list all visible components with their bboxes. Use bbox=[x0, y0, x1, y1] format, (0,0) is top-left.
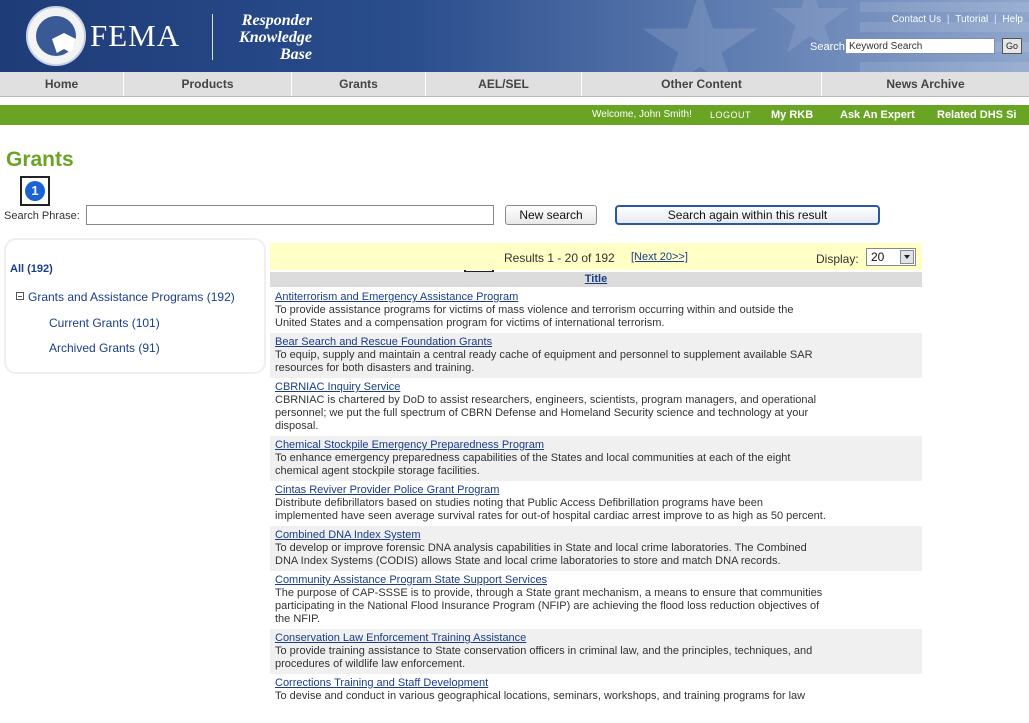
rkb-line-2: Knowledge bbox=[239, 29, 312, 46]
results-list: Antiterrorism and Emergency Assistance P… bbox=[270, 288, 922, 723]
result-description: the NFIP. bbox=[275, 613, 321, 625]
rkb-line-3: Base bbox=[280, 46, 312, 63]
chevron-down-icon[interactable] bbox=[900, 250, 914, 264]
result-row: Chemical Stockpile Emergency Preparednes… bbox=[270, 436, 922, 481]
help-link[interactable]: Help bbox=[1002, 14, 1023, 25]
next-page-link[interactable]: [Next 20>>] bbox=[631, 251, 688, 263]
result-title-link[interactable]: Combined DNA Index System bbox=[275, 529, 917, 542]
display-count-select[interactable]: 20 bbox=[866, 248, 916, 266]
nav-spacer bbox=[0, 97, 1029, 105]
result-title-link[interactable]: Community Assistance Program State Suppo… bbox=[275, 574, 917, 587]
result-title-link[interactable]: CBRNIAC Inquiry Service bbox=[275, 381, 917, 394]
header-divider bbox=[212, 14, 213, 60]
nav-other-content[interactable]: Other Content bbox=[582, 72, 822, 96]
result-description: United States and a compensation program… bbox=[275, 317, 665, 329]
result-description: personnel; we put the full spectrum of C… bbox=[275, 407, 809, 419]
my-rkb-link[interactable]: My RKB bbox=[771, 109, 813, 121]
results-header: Results 1 - 20 of 192 [Next 20>>] Displa… bbox=[270, 243, 922, 270]
dhs-seal-logo[interactable] bbox=[26, 6, 86, 66]
top-links: Contact Us | Tutorial | Help bbox=[889, 14, 1023, 25]
result-description: chemical agent stockpile storage facilit… bbox=[275, 465, 480, 477]
search-phrase-input[interactable] bbox=[86, 205, 494, 225]
result-description: resources for both disasters and trainin… bbox=[275, 362, 475, 374]
result-title-link[interactable]: Bear Search and Rescue Foundation Grants bbox=[275, 336, 917, 349]
display-label: Display: bbox=[816, 252, 859, 266]
rkb-logo-text: Responder Knowledge Base bbox=[222, 12, 312, 63]
link-separator: | bbox=[946, 14, 950, 25]
result-description: To equip, supply and maintain a central … bbox=[275, 349, 813, 361]
facet-group-grants[interactable]: Grants and Assistance Programs (192) bbox=[16, 290, 235, 304]
result-description: To develop or improve forensic DNA analy… bbox=[275, 542, 807, 554]
header-search-label: Search: bbox=[810, 41, 848, 53]
facet-all[interactable]: All (192) bbox=[10, 263, 53, 275]
result-row: CBRNIAC Inquiry Service CBRNIAC is charte… bbox=[270, 378, 922, 436]
collapse-icon[interactable] bbox=[16, 292, 24, 300]
tutorial-link[interactable]: Tutorial bbox=[955, 14, 988, 25]
result-title-link[interactable]: Corrections Training and Staff Developme… bbox=[275, 677, 917, 690]
nav-news-archive[interactable]: News Archive bbox=[822, 72, 1029, 96]
star-decoration bbox=[642, 0, 758, 72]
result-title-link[interactable]: Chemical Stockpile Emergency Preparednes… bbox=[275, 439, 917, 452]
new-search-button[interactable]: New search bbox=[505, 205, 597, 225]
annotation-marker-1: 1 bbox=[20, 176, 50, 206]
rkb-line-1: Responder bbox=[241, 12, 312, 29]
result-description: To devise and conduct in various geograp… bbox=[275, 690, 806, 702]
result-description: implemented have seen average survival r… bbox=[275, 510, 826, 522]
facet-panel: All (192) Grants and Assistance Programs… bbox=[6, 240, 264, 372]
related-dhs-link[interactable]: Related DHS Si bbox=[937, 109, 1016, 121]
header-search-input[interactable] bbox=[845, 38, 995, 54]
result-title-link[interactable]: Conservation Law Enforcement Training As… bbox=[275, 632, 917, 645]
result-description: CBRNIAC is chartered by DoD to assist re… bbox=[275, 394, 817, 406]
fema-logo-text[interactable]: FEMA bbox=[90, 18, 180, 54]
result-row: Antiterrorism and Emergency Assistance P… bbox=[270, 288, 922, 333]
result-title-link[interactable]: Cintas Reviver Provider Police Grant Pro… bbox=[275, 484, 917, 497]
flag-stripes-decoration bbox=[860, 0, 1029, 72]
display-count-value: 20 bbox=[871, 250, 885, 264]
result-title-link[interactable]: Antiterrorism and Emergency Assistance P… bbox=[275, 291, 917, 304]
link-separator: | bbox=[994, 14, 997, 25]
nav-home[interactable]: Home bbox=[0, 72, 124, 96]
nav-grants[interactable]: Grants bbox=[292, 72, 426, 96]
result-description: To provide training assistance to State … bbox=[275, 645, 813, 657]
result-row: Bear Search and Rescue Foundation Grants… bbox=[270, 333, 922, 378]
result-row: Corrections Training and Staff Developme… bbox=[270, 674, 922, 706]
site-header: FEMA Responder Knowledge Base Contact Us… bbox=[0, 0, 1029, 72]
result-row: Combined DNA Index System To develop or i… bbox=[270, 526, 922, 571]
title-column-header[interactable]: Title bbox=[270, 272, 922, 287]
result-description: DNA Index Systems (CODIS) allows State a… bbox=[275, 555, 781, 567]
result-row: Conservation Law Enforcement Training As… bbox=[270, 629, 922, 674]
eagle-icon bbox=[52, 33, 76, 53]
result-description: Distribute defibrillators based on studi… bbox=[275, 497, 763, 509]
user-bar: Welcome, John Smith! LOGOUT My RKB Ask A… bbox=[0, 105, 1029, 125]
logout-link[interactable]: LOGOUT bbox=[710, 110, 751, 120]
facet-archived-grants[interactable]: Archived Grants (91) bbox=[49, 341, 160, 355]
result-description: The purpose of CAP-SSSE is to provide, t… bbox=[275, 587, 823, 599]
ask-expert-link[interactable]: Ask An Expert bbox=[840, 109, 915, 121]
result-description: participating in the National Flood Insu… bbox=[275, 600, 820, 612]
result-description: To enhance emergency preparedness capabi… bbox=[275, 452, 791, 464]
main-nav: Home Products Grants AEL/SEL Other Conte… bbox=[0, 72, 1029, 97]
results-count: Results 1 - 20 of 192 bbox=[504, 251, 615, 265]
nav-ael-sel[interactable]: AEL/SEL bbox=[426, 72, 582, 96]
contact-us-link[interactable]: Contact Us bbox=[892, 14, 941, 25]
search-phrase-label: Search Phrase: bbox=[4, 210, 80, 222]
result-description: To provide assistance programs for victi… bbox=[275, 304, 794, 316]
welcome-text: Welcome, John Smith! bbox=[592, 109, 692, 120]
nav-products[interactable]: Products bbox=[124, 72, 292, 96]
facet-group-label[interactable]: Grants and Assistance Programs (192) bbox=[28, 290, 235, 304]
result-description: procedures of wildlife law enforcement. bbox=[275, 658, 466, 670]
facet-current-grants[interactable]: Current Grants (101) bbox=[49, 316, 160, 330]
result-row: Cintas Reviver Provider Police Grant Pro… bbox=[270, 481, 922, 526]
result-row: Community Assistance Program State Suppo… bbox=[270, 571, 922, 629]
go-button[interactable]: Go bbox=[1002, 38, 1022, 54]
page-title: Grants bbox=[6, 148, 74, 171]
search-again-button[interactable]: Search again within this result bbox=[615, 205, 880, 225]
result-description: disposal. bbox=[275, 420, 319, 432]
